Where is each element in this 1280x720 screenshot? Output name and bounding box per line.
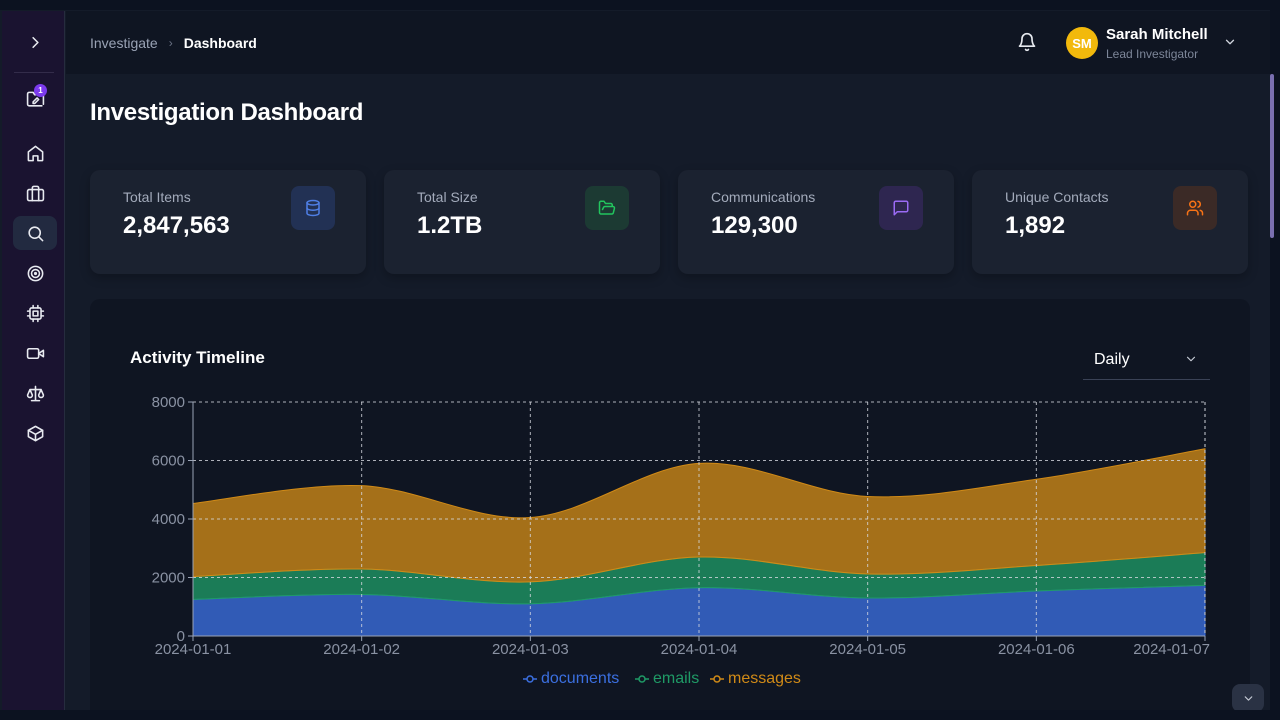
notifications-button[interactable] [1017,32,1039,54]
avatar[interactable]: SM [1066,27,1098,59]
y-tick-label: 6000 [152,453,185,470]
stat-card-total-size: Total Size 1.2TB [384,170,660,274]
database-icon [291,186,335,230]
scale-icon [26,385,44,401]
cpu-icon [26,304,44,322]
stat-label: Unique Contacts [1005,189,1109,205]
x-tick-label: 2024-01-07 [1133,641,1210,658]
x-tick-label: 2024-01-04 [661,641,738,658]
x-tick-label: 2024-01-03 [492,641,569,658]
sidebar: 1 [2,11,65,711]
sidebar-item-packages[interactable] [13,416,57,450]
stat-label: Communications [711,189,816,205]
y-tick-label: 8000 [152,394,185,411]
stat-card-total-items: Total Items 2,847,563 [90,170,366,274]
sidebar-item-devices[interactable] [13,296,57,330]
sidebar-item-cases[interactable]: 1 [13,82,57,116]
breadcrumb-separator-icon: › [168,36,173,50]
briefcase-icon [26,185,44,201]
legend-label-messages: messages [728,670,801,687]
x-tick-label: 2024-01-02 [323,641,400,658]
target-icon [27,265,43,281]
sidebar-item-legal[interactable] [13,376,57,410]
activity-timeline-chart: 020004000600080002024-01-01 2024-01-02 202… [152,394,1210,687]
breadcrumb-parent-link[interactable]: Investigate [90,35,158,51]
sidebar-item-cases-briefcase[interactable] [13,176,57,210]
bell-icon [1018,32,1036,52]
sidebar-item-home[interactable] [13,136,57,170]
stat-value: 1,892 [1005,212,1066,239]
notification-badge: 1 [34,84,47,97]
user-name[interactable]: Sarah Mitchell [1106,26,1208,43]
page-scrollbar[interactable] [1270,74,1274,238]
stat-card-communications: Communications 129,300 [678,170,954,274]
user-menu-chevron-icon[interactable] [1223,35,1237,49]
y-tick-label: 4000 [152,511,185,528]
breadcrumb: Investigate › Dashboard [90,35,257,51]
window-frame-bottom [0,710,1280,720]
legend-label-emails: emails [653,670,699,687]
x-tick-label: 2024-01-01 [155,641,232,658]
legend-marker-dot [638,675,646,683]
top-header: Investigate › Dashboard SM Sarah Mitchel… [66,11,1270,74]
chevron-down-icon [1244,695,1252,701]
sidebar-item-investigate[interactable] [13,216,57,250]
sidebar-item-media[interactable] [13,336,57,370]
y-tick-label: 2000 [152,570,185,587]
page-title: Investigation Dashboard [90,99,364,126]
users-icon [1173,186,1217,230]
stat-card-unique-contacts: Unique Contacts 1,892 [972,170,1248,274]
breadcrumb-current: Dashboard [183,35,257,51]
folder-open-icon [585,186,629,230]
legend-marker-dot [713,675,721,683]
home-icon [27,145,43,161]
stat-label: Total Size [417,189,478,205]
legend-marker-dot [526,675,534,683]
legend-label-documents: documents [541,670,619,687]
stat-value: 129,300 [711,212,798,239]
sidebar-expand-button[interactable] [13,25,57,59]
activity-timeline-card: Activity Timeline Daily 0 2000 4000 6000 800… [90,299,1250,720]
sidebar-divider [14,72,54,73]
message-square-icon [879,186,923,230]
video-icon [26,347,44,359]
stat-label: Total Items [123,189,191,205]
stat-value: 2,847,563 [123,212,230,239]
user-role: Lead Investigator [1106,47,1199,61]
stat-value: 1.2TB [417,212,483,239]
scroll-down-button[interactable] [1232,684,1264,712]
window-frame-top [0,0,1280,10]
chevron-right-icon [31,36,39,48]
package-icon [27,425,43,441]
sidebar-item-targets[interactable] [13,256,57,290]
x-tick-label: 2024-01-06 [998,641,1075,658]
x-tick-label: 2024-01-05 [829,641,906,658]
search-icon [27,225,43,241]
